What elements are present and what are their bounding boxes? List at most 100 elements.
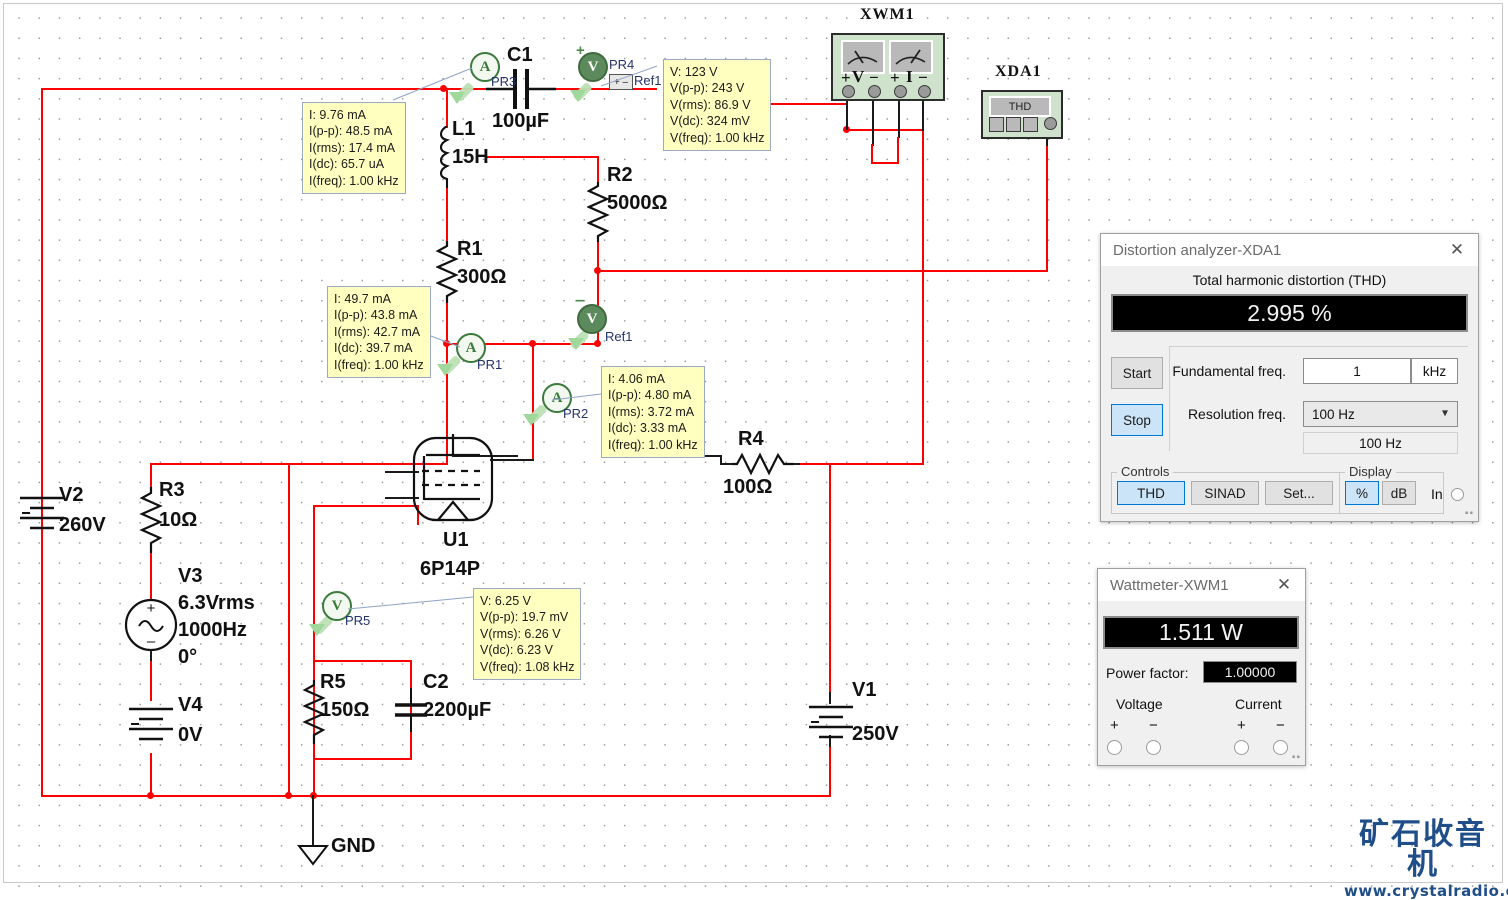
wire — [446, 186, 448, 242]
resolution-freq-label: Resolution freq. — [1187, 406, 1286, 422]
watermark-chinese: 矿石收音机 — [1359, 817, 1487, 882]
wire — [872, 96, 874, 146]
watermark-url: www.crystalradio.cn — [1344, 882, 1508, 900]
probe-pr5-arrow — [309, 624, 325, 636]
junction — [594, 340, 601, 347]
wire — [1046, 146, 1048, 271]
wire — [41, 88, 43, 797]
instrument-label-xwm1: XWM1 — [860, 6, 915, 23]
voltage-minus-terminal[interactable] — [1146, 740, 1161, 755]
component-label-u1-value: 6P14P — [420, 558, 481, 580]
xwm1-pin-i: I — [906, 67, 913, 86]
db-button[interactable]: dB — [1382, 481, 1416, 505]
xda1-terminal-in[interactable] — [1044, 117, 1057, 130]
junction — [147, 792, 154, 799]
probe-pr4-ref-label: Ref1 — [634, 73, 662, 88]
wattmeter-title: Wattmeter-XWM1 — [1110, 576, 1229, 594]
tooltip-pr3-line-2: I(p-p): 48.5 mA — [309, 124, 393, 139]
wattmeter-window[interactable]: Wattmeter-XWM1 ✕ 1.511 W Power factor: 1… — [1097, 568, 1306, 766]
panel-divider-top — [1169, 346, 1468, 347]
component-label-c1-value: 100µF — [492, 110, 550, 132]
sinad-button[interactable]: SINAD — [1191, 481, 1259, 505]
probe-pr1-label: PR1 — [477, 357, 503, 372]
wire — [313, 660, 412, 662]
wattmeter-reading: 1.511 W — [1103, 616, 1299, 649]
xda1-indicator-1 — [989, 117, 1004, 132]
distortion-analyzer-window[interactable]: Distortion analyzer-XDA1 ✕ Total harmoni… — [1100, 233, 1479, 522]
component-label-l1-ref: L1 — [452, 118, 476, 140]
component-label-c1-ref: C1 — [507, 44, 533, 66]
tooltip-pr1: I: 49.7 mA I(p-p): 43.8 mA I(rms): 42.7 … — [327, 286, 431, 379]
component-label-u1-ref: U1 — [443, 529, 469, 551]
xwm1-terminal-1[interactable] — [842, 85, 855, 98]
tooltip-pr3: I: 9.76 mA I(p-p): 48.5 mA I(rms): 17.4 … — [302, 102, 406, 195]
current-minus-label: − — [1276, 717, 1285, 734]
component-label-r4-value: 100Ω — [723, 476, 773, 498]
current-minus-terminal[interactable] — [1273, 740, 1288, 755]
close-icon[interactable]: ✕ — [1269, 571, 1299, 599]
wire — [313, 758, 412, 760]
component-label-v3-value3: 0° — [178, 646, 198, 668]
component-v4-symbol — [129, 707, 173, 741]
xda1-screen-text: THD — [1008, 100, 1032, 113]
distortion-analyzer-titlebar[interactable]: Distortion analyzer-XDA1 ✕ — [1101, 234, 1478, 266]
current-plus-terminal[interactable] — [1234, 740, 1249, 755]
probe-pr1-arrow — [437, 364, 453, 376]
tooltip-pr3-line-5: I(freq): 1.00 kHz — [309, 173, 399, 188]
wire — [720, 455, 722, 465]
stop-button[interactable]: Stop — [1111, 404, 1163, 436]
tooltip-pr4-line-1: V: 123 V — [670, 65, 718, 79]
wire — [846, 96, 848, 130]
chevron-down-icon: ▾ — [1441, 405, 1448, 420]
wire — [446, 302, 448, 345]
tooltip-pr2-line-5: I(freq): 1.00 kHz — [608, 437, 698, 452]
component-label-c2-value: 2200µF — [423, 699, 492, 721]
tooltip-pr1-line-3: I(rms): 42.7 mA — [334, 324, 421, 339]
wire — [800, 463, 830, 465]
resolution-freq-readout: 100 Hz — [1303, 432, 1458, 454]
instrument-xda1[interactable]: THD — [981, 90, 1063, 139]
component-label-v1-ref: V1 — [852, 679, 877, 701]
tooltip-pr1-line-1: I: 49.7 mA — [334, 292, 391, 306]
component-label-v1-value: 250V — [852, 723, 899, 745]
xwm1-terminal-2[interactable] — [868, 85, 881, 98]
tooltip-pr3-line-4: I(dc): 65.7 uA — [309, 157, 385, 172]
component-label-gnd: GND — [331, 835, 376, 857]
set-button[interactable]: Set... — [1265, 481, 1333, 505]
component-label-r4-ref: R4 — [738, 428, 764, 450]
tooltip-pr1-line-5: I(freq): 1.00 kHz — [334, 357, 424, 372]
probe-pr2-label: PR2 — [563, 406, 589, 421]
fundamental-freq-input[interactable]: 1 — [1303, 358, 1411, 384]
resize-grip[interactable]: ▪▪ — [1465, 508, 1474, 519]
tooltip-pr5-line-1: V: 6.25 V — [480, 594, 531, 608]
probe-pr2-arrow — [523, 414, 539, 426]
wattmeter-titlebar[interactable]: Wattmeter-XWM1 ✕ — [1098, 569, 1305, 601]
thd-button[interactable]: THD — [1117, 481, 1185, 505]
wire — [446, 88, 448, 128]
wire — [597, 270, 1048, 272]
tooltip-pr5-line-2: V(p-p): 19.7 mV — [480, 610, 569, 625]
wire — [922, 131, 924, 464]
wire — [150, 551, 152, 599]
xda1-indicator-3 — [1023, 117, 1038, 132]
voltage-plus-terminal[interactable] — [1107, 740, 1122, 755]
percent-button[interactable]: % — [1345, 481, 1379, 505]
wire — [486, 156, 599, 158]
resize-grip[interactable]: ▪▪ — [1292, 752, 1301, 763]
resolution-freq-select[interactable]: 100 Hz ▾ — [1303, 401, 1458, 427]
thd-reading: 2.995 % — [1111, 294, 1468, 332]
tooltip-pr5-line-3: V(rms): 6.26 V — [480, 626, 561, 641]
wire — [490, 459, 534, 461]
tooltip-pr2-line-2: I(p-p): 4.80 mA — [608, 388, 692, 403]
probe-pr4-arrow — [570, 90, 586, 102]
start-button[interactable]: Start — [1111, 357, 1163, 389]
probe-pr4-ref-tag: + – — [609, 74, 633, 90]
in-terminal-radio[interactable] — [1451, 488, 1464, 501]
close-icon[interactable]: ✕ — [1442, 236, 1472, 264]
wire — [897, 137, 899, 163]
tooltip-pr3-line-3: I(rms): 17.4 mA — [309, 140, 396, 155]
xwm1-terminal-3[interactable] — [894, 85, 907, 98]
component-v3-symbol: + – — [124, 598, 178, 652]
xwm1-terminal-4[interactable] — [918, 85, 931, 98]
instrument-xwm1[interactable]: + V − + I − — [831, 33, 945, 101]
